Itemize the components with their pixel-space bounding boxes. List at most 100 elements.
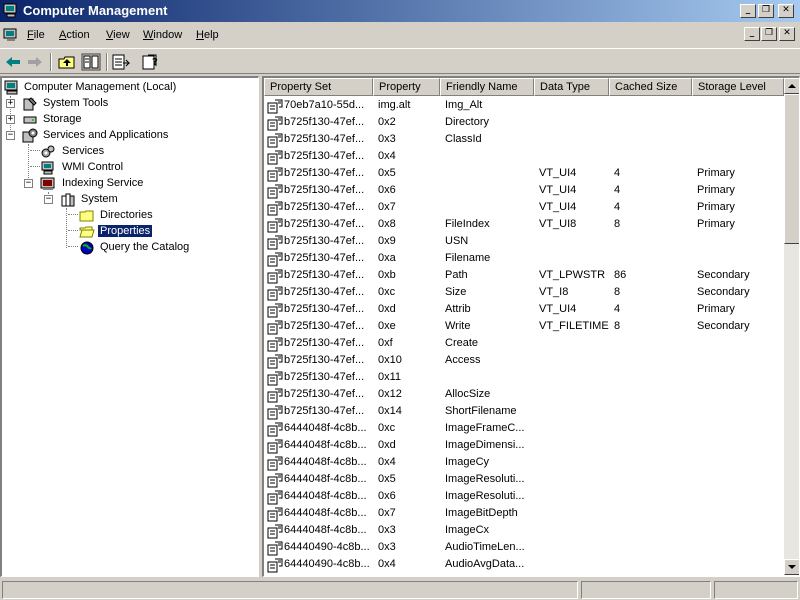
storage-icon [23,116,37,124]
table-row[interactable]: b725f130-47ef... 0xa Filename [264,250,784,267]
table-row[interactable]: b725f130-47ef... 0x14 ShortFilename [264,403,784,420]
table-row[interactable]: b725f130-47ef... 0x6 VT_UI4 4 Primary [264,182,784,199]
tree-label-selected: Properties [96,224,154,238]
cell-property: 0x14 [378,405,402,417]
cell-property: 0x9 [378,235,396,247]
child-restore-button[interactable]: ❐ [761,27,777,41]
table-row[interactable]: b725f130-47ef... 0x11 [264,369,784,386]
cell-cached-size: 4 [614,201,621,213]
table-row[interactable]: 6444048f-4c8b... 0x6 ImageResoluti... [264,488,784,505]
cell-friendly-name: ImageFrameC... [445,422,525,434]
cell-property: 0xc [378,286,396,298]
tree-item-system-tools[interactable]: + System Tools [2,96,257,112]
tree-item-query-catalog[interactable]: Query the Catalog [2,240,257,256]
table-row[interactable]: b725f130-47ef... 0xf Create [264,335,784,352]
table-row[interactable]: 6444048f-4c8b... 0xd ImageDimensi... [264,437,784,454]
table-row[interactable]: 6444048f-4c8b... 0xc ImageFrameC... [264,420,784,437]
property-icon [267,150,283,165]
table-row[interactable]: b725f130-47ef... 0x3 ClassId [264,131,784,148]
close-button[interactable]: ✕ [778,4,794,18]
menu-action[interactable]: Action [59,29,90,41]
column-header-cached-size[interactable]: Cached Size [609,78,692,96]
child-minimize-button[interactable]: _ [744,27,760,41]
column-header-friendly-name[interactable]: Friendly Name [440,78,534,96]
collapse-toggle[interactable]: − [44,195,53,204]
up-one-level-icon[interactable] [56,52,78,72]
query-globe-icon [80,241,94,255]
column-header-data-type[interactable]: Data Type [534,78,609,96]
expand-toggle[interactable]: + [6,115,15,124]
back-arrow-icon[interactable] [2,52,24,72]
cell-property-set: b725f130-47ef... [284,405,365,417]
table-row[interactable]: b725f130-47ef... 0x7 VT_UI4 4 Primary [264,199,784,216]
menu-window[interactable]: Window [143,29,182,41]
table-row[interactable]: b725f130-47ef... 0xc Size VT_I8 8 Secondary [264,284,784,301]
table-row[interactable]: b725f130-47ef... 0x4 [264,148,784,165]
cell-friendly-name: Size [445,286,467,298]
table-row[interactable]: b725f130-47ef... 0x9 USN [264,233,784,250]
cell-property-set: 6444048f-4c8b... [284,507,367,519]
column-header-property[interactable]: Property [373,78,440,96]
property-icon [267,490,283,505]
cell-cached-size: 8 [614,286,621,298]
property-icon [267,558,283,573]
scroll-thumb[interactable] [784,94,799,244]
forward-arrow-icon[interactable] [24,52,46,72]
menu-help[interactable]: Help [196,29,219,41]
table-row[interactable]: b725f130-47ef... 0x8 FileIndex VT_UI8 8 Prima… [264,216,784,233]
table-row[interactable]: 6444048f-4c8b... 0x7 ImageBitDepth [264,505,784,522]
column-header-storage-level[interactable]: Storage Level [692,78,784,96]
cell-cached-size: 8 [614,218,621,230]
console-window-icon[interactable] [3,27,19,43]
console-tree-pane[interactable]: Computer Management (Local) + System Too… [0,76,259,577]
menu-file[interactable]: File [27,29,45,41]
column-header-property-set[interactable]: Property Set [264,78,373,96]
collapse-toggle[interactable]: − [24,179,33,188]
table-row[interactable]: b725f130-47ef... 0x2 Directory [264,114,784,131]
tree-item-directories[interactable]: Directories [2,208,257,224]
tree-item-indexing-service[interactable]: − Indexing Service [2,176,257,192]
list-header: Property Set Property Friendly Name Data… [264,78,784,96]
table-row[interactable]: 64440490-4c8b... 0x4 AudioAvgData... [264,556,784,573]
show-hide-tree-icon[interactable] [80,52,102,72]
cell-property: 0x6 [378,184,396,196]
cell-property-set: b725f130-47ef... [284,133,365,145]
scroll-up-button[interactable] [784,78,799,94]
menu-view[interactable]: View [106,29,130,41]
property-icon [267,235,283,250]
minimize-button[interactable]: _ [740,4,756,18]
tree-item-services[interactable]: Services [2,144,257,160]
table-row[interactable]: b725f130-47ef... 0x12 AllocSize [264,386,784,403]
table-row[interactable]: b725f130-47ef... 0x5 VT_UI4 4 Primary [264,165,784,182]
property-icon [267,405,283,420]
property-icon [267,320,283,335]
table-row[interactable]: 64440490-4c8b... 0x3 AudioTimeLen... [264,539,784,556]
export-list-icon[interactable] [110,52,132,72]
table-row[interactable]: b725f130-47ef... 0xe Write VT_FILETIME 8 Seco… [264,318,784,335]
maximize-button[interactable]: ❐ [758,4,774,18]
tree-item-services-and-applications[interactable]: − Services and Applications [2,128,257,144]
tree-item-system-catalog[interactable]: − System [2,192,257,208]
tree-item-wmi-control[interactable]: WMI Control [2,160,257,176]
tree-item-root[interactable]: Computer Management (Local) [2,80,257,96]
scroll-down-button[interactable] [784,559,799,575]
table-row[interactable]: 6444048f-4c8b... 0x4 ImageCy [264,454,784,471]
cell-property-set: b725f130-47ef... [284,269,365,281]
table-row[interactable]: 6444048f-4c8b... 0x5 ImageResoluti... [264,471,784,488]
vertical-scrollbar[interactable] [784,78,799,575]
child-close-button[interactable]: ✕ [779,27,795,41]
collapse-toggle[interactable]: − [6,131,15,140]
properties-list-pane[interactable]: Property Set Property Friendly Name Data… [262,76,800,577]
tree-item-storage[interactable]: + Storage [2,112,257,128]
table-row[interactable]: b725f130-47ef... 0x10 Access [264,352,784,369]
expand-toggle[interactable]: + [6,99,15,108]
tree-item-properties[interactable]: Properties [2,224,257,240]
property-icon [267,269,283,284]
table-row[interactable]: 6444048f-4c8b... 0x3 ImageCx [264,522,784,539]
tree-label: Services [62,145,105,157]
table-row[interactable]: 70eb7a10-55d... img.alt Img_Alt [264,97,784,114]
help-icon[interactable]: ? [140,52,162,72]
cell-data-type: VT_UI4 [539,184,577,196]
table-row[interactable]: b725f130-47ef... 0xb Path VT_LPWSTR 86 Second… [264,267,784,284]
table-row[interactable]: b725f130-47ef... 0xd Attrib VT_UI4 4 Primary [264,301,784,318]
